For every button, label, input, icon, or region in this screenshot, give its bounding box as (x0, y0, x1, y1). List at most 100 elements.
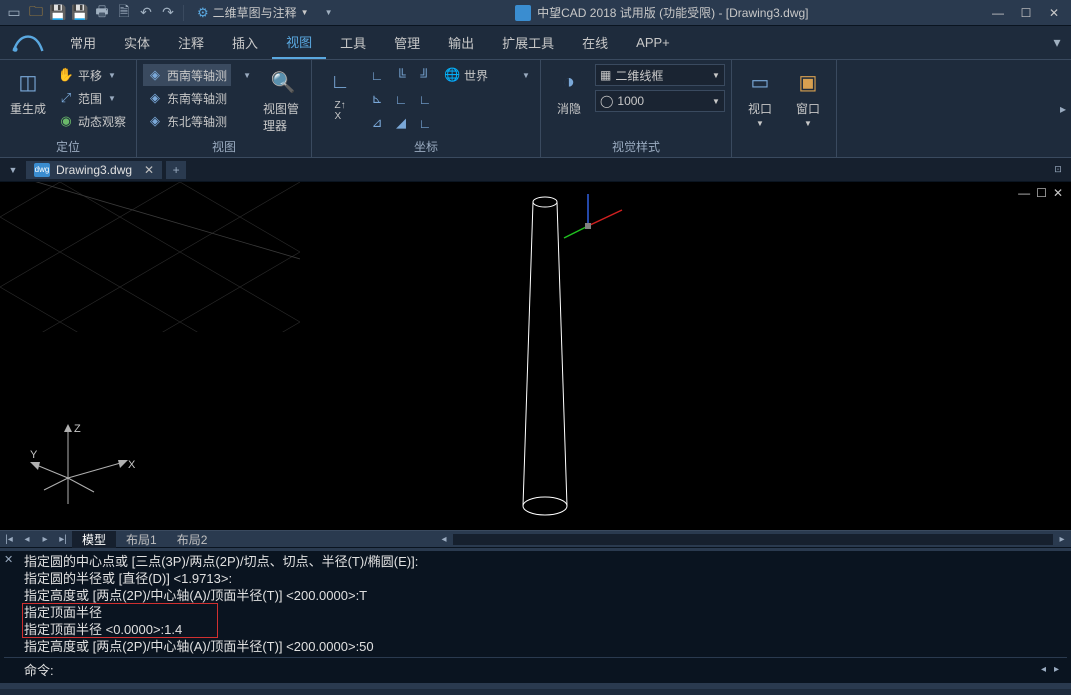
window-button[interactable]: ▣ 窗口 ▼ (786, 64, 830, 130)
vp-close-icon[interactable]: ✕ (1053, 186, 1063, 200)
command-line: 指定圆的中心点或 [三点(3P)/两点(2P)/切点、切点、半径(T)/椭圆(E… (24, 553, 1067, 570)
menu-tab-10[interactable]: APP+ (622, 26, 684, 59)
scale-dropdown[interactable]: ◯ 1000 ▼ (595, 90, 725, 112)
menu-tab-2[interactable]: 注释 (164, 26, 218, 59)
ucs-opt-icon[interactable]: ╚ (390, 64, 412, 86)
vp-maximize-icon[interactable]: ☐ (1036, 186, 1047, 200)
group-label-vp (738, 139, 830, 155)
tab-layout2[interactable]: 布局2 (167, 531, 218, 548)
scroll-left-icon[interactable]: ◂ (435, 534, 453, 545)
preview-icon[interactable]: 🗎 (114, 3, 134, 23)
regen-label: 重生成 (10, 100, 46, 117)
redo-icon[interactable]: ↷ (158, 3, 178, 23)
open-icon[interactable]: 🗀 (26, 3, 46, 23)
menu-tab-1[interactable]: 实体 (110, 26, 164, 59)
drawing-viewport[interactable]: Z X Y — ☐ ✕ (0, 182, 1071, 530)
orbit-button[interactable]: ◉动态观察 (54, 110, 130, 132)
add-tab-button[interactable]: + (166, 161, 186, 179)
hide-button[interactable]: ◑ 消隐 (547, 64, 591, 119)
view-manager-button[interactable]: 🔍 视图管理器 (261, 64, 305, 136)
visual-style-dropdown[interactable]: ▦ 二维线框 ▼ (595, 64, 725, 86)
command-input[interactable] (54, 662, 1037, 677)
menu-tab-8[interactable]: 扩展工具 (488, 26, 568, 59)
ribbon-expand-icon[interactable]: ▸ (1055, 60, 1071, 157)
title-bar: ▭ 🗀 💾 💾 🖶 🗎 ↶ ↷ ⚙ 二维草图与注释 ▼ ▼ 中望CAD 2018… (0, 0, 1071, 26)
chevron-down-icon: ▼ (712, 71, 720, 80)
ribbon-group-visual: ◑ 消隐 ▦ 二维线框 ▼ ◯ 1000 ▼ 视觉样式 (541, 60, 732, 157)
qat-more-icon[interactable]: ▼ (319, 3, 339, 23)
ucs-opt-icon[interactable]: ∟ (414, 88, 436, 110)
menu-tab-9[interactable]: 在线 (568, 26, 622, 59)
ucs-opt-icon[interactable]: ∟ (366, 64, 388, 86)
extent-button[interactable]: ⤢范围▼ (54, 87, 130, 109)
command-line: 指定高度或 [两点(2P)/中心轴(A)/顶面半径(T)] <200.0000>… (24, 587, 1067, 604)
last-icon[interactable]: ▸| (54, 534, 72, 545)
document-tab[interactable]: dwg Drawing3.dwg ✕ (26, 161, 162, 179)
iso-sw-button[interactable]: ◈西南等轴测 (143, 64, 231, 86)
dwg-file-icon: dwg (34, 163, 50, 177)
save-icon[interactable]: 💾 (48, 3, 68, 23)
pan-button[interactable]: ✋平移▼ (54, 64, 130, 86)
prev-icon[interactable]: ◂ (18, 534, 36, 545)
next-icon[interactable]: ▸ (36, 534, 54, 545)
workspace-dropdown[interactable]: ⚙ 二维草图与注释 ▼ (189, 2, 317, 23)
ucs-button[interactable]: ∟ Z↑X (318, 64, 362, 124)
maximize-button[interactable]: ☐ (1013, 3, 1039, 23)
ribbon-toggle-icon[interactable]: ▾ (1051, 33, 1071, 53)
iso-sw-label: 西南等轴测 (167, 67, 227, 84)
regen-button[interactable]: ◫ 重生成 (6, 64, 50, 119)
ucs-opt-icon[interactable]: ╝ (414, 64, 436, 86)
scroll-track[interactable] (453, 534, 1053, 545)
ucs-main-icon: Z X Y (28, 422, 148, 512)
iso-se-button[interactable]: ◈东南等轴测 (143, 87, 231, 109)
world-label: 世界 (464, 67, 488, 84)
chevron-down-icon: ▼ (108, 71, 116, 80)
ucs-opt-icon[interactable]: ⊿ (366, 112, 388, 134)
app-logo[interactable] (0, 29, 56, 57)
command-close-icon[interactable]: ✕ (4, 553, 18, 567)
iso-ne-button[interactable]: ◈东北等轴测 (143, 110, 231, 132)
menu-tab-5[interactable]: 工具 (326, 26, 380, 59)
undo-icon[interactable]: ↶ (136, 3, 156, 23)
cmd-scroll-right-icon[interactable]: ▸ (1050, 664, 1063, 675)
viewport-button[interactable]: ▭ 视口 ▼ (738, 64, 782, 130)
tab-model[interactable]: 模型 (72, 531, 116, 548)
view-dd-button[interactable]: ▼ (235, 64, 257, 86)
close-button[interactable]: ✕ (1041, 3, 1067, 23)
ucs-opt-icon[interactable]: ∟ (390, 88, 412, 110)
ucs-opt-icon[interactable]: ∟ (414, 112, 436, 134)
command-prompt: 命令: (24, 660, 54, 679)
window-title: 中望CAD 2018 试用版 (功能受限) - [Drawing3.dwg] (339, 4, 985, 21)
ucs-opt-icon[interactable]: ⊾ (366, 88, 388, 110)
title-text: 中望CAD 2018 试用版 (功能受限) - [Drawing3.dwg] (537, 4, 808, 21)
first-icon[interactable]: |◂ (0, 534, 18, 545)
view-manager-label: 视图管理器 (263, 100, 303, 134)
ucs-opt-icon[interactable]: ◢ (390, 112, 412, 134)
wireframe-icon: ▦ (600, 68, 611, 82)
minimize-button[interactable]: — (985, 3, 1011, 23)
scroll-right-icon[interactable]: ▸ (1053, 534, 1071, 545)
menu-tab-3[interactable]: 插入 (218, 26, 272, 59)
doc-expand-icon[interactable]: ⊡ (1049, 161, 1067, 179)
group-label-locate: 定位 (6, 136, 130, 155)
close-tab-icon[interactable]: ✕ (144, 163, 154, 177)
menu-tab-0[interactable]: 常用 (56, 26, 110, 59)
chevron-down-icon: ▼ (108, 94, 116, 103)
cmd-scroll-left-icon[interactable]: ◂ (1037, 664, 1050, 675)
world-dropdown[interactable]: 🌐世界▼ (440, 64, 534, 86)
doctab-list-icon[interactable]: ▼ (4, 161, 22, 179)
vp-minimize-icon[interactable]: — (1018, 186, 1030, 200)
tab-layout1[interactable]: 布局1 (116, 531, 167, 548)
new-icon[interactable]: ▭ (4, 3, 24, 23)
menu-tab-6[interactable]: 管理 (380, 26, 434, 59)
orbit-label: 动态观察 (78, 113, 126, 130)
menu-tab-4[interactable]: 视图 (272, 26, 326, 59)
plot-icon[interactable]: 🖶 (92, 3, 112, 23)
extent-icon: ⤢ (58, 90, 74, 106)
window-label: 窗口 (796, 100, 820, 117)
ribbon: ◫ 重生成 ✋平移▼ ⤢范围▼ ◉动态观察 定位 ◈西南等轴测 ◈东南等轴测 ◈… (0, 60, 1071, 158)
pan-icon: ✋ (58, 67, 74, 83)
window-icon: ▣ (792, 66, 824, 98)
menu-tab-7[interactable]: 输出 (434, 26, 488, 59)
saveall-icon[interactable]: 💾 (70, 3, 90, 23)
